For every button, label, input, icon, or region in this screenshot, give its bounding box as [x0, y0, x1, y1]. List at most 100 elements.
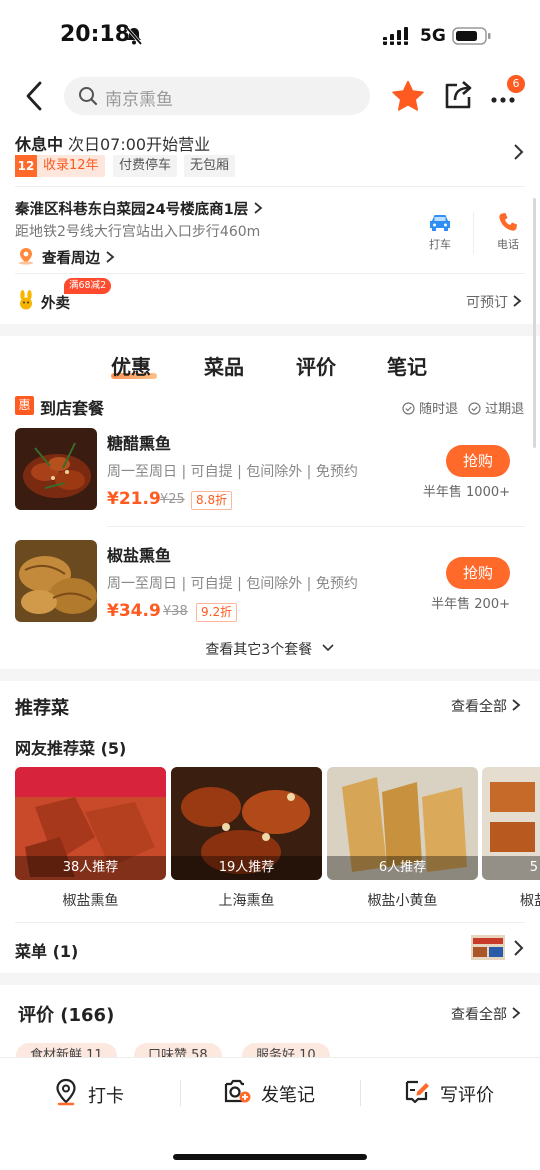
dish-recommend-count: 19人推荐: [171, 856, 322, 880]
divider: [15, 186, 525, 187]
deal-sold-count: 半年售 200+: [431, 597, 510, 612]
deal-image-salt-pepper-fish[interactable]: [15, 540, 97, 622]
buy-button[interactable]: 抢购: [446, 445, 510, 477]
menu-label[interactable]: 菜单 (1): [15, 938, 78, 962]
refund-expired: 过期退: [468, 398, 524, 417]
dish-recommend-count: 5: [482, 856, 540, 880]
post-note-label: 发笔记: [261, 1084, 315, 1106]
taxi-icon: [420, 212, 460, 236]
recommend-see-all[interactable]: 查看全部: [451, 696, 521, 716]
divider: [107, 526, 525, 527]
tab-discounts[interactable]: 优惠: [111, 351, 151, 380]
divider-vertical: [180, 1080, 181, 1106]
chevron-right-icon: [512, 699, 521, 711]
scrollbar[interactable]: [533, 198, 536, 448]
deal-name[interactable]: 糖醋熏鱼: [107, 430, 171, 454]
more-packages-link[interactable]: 查看其它3个套餐: [0, 639, 540, 659]
phone-button[interactable]: 电话: [488, 212, 528, 252]
notification-badge: 6: [507, 75, 525, 93]
menu-thumbnail[interactable]: [471, 935, 505, 960]
check-circle-icon: [468, 402, 481, 415]
menu-chevron-icon[interactable]: [512, 939, 524, 961]
taxi-label: 打车: [429, 238, 451, 251]
taxi-button[interactable]: 打车: [420, 212, 460, 252]
reservation-label: 可预订: [466, 295, 508, 311]
delivery-label[interactable]: 外卖: [41, 292, 70, 313]
dish-image[interactable]: 5: [482, 767, 540, 880]
write-review-button[interactable]: 写评价: [404, 1078, 494, 1109]
dish-image[interactable]: 6人推荐: [327, 767, 478, 880]
nearby-link[interactable]: 查看周边: [42, 247, 115, 268]
buy-button[interactable]: 抢购: [446, 557, 510, 589]
shop-address[interactable]: 秦淮区科巷东白菜园24号楼底商1层: [15, 198, 263, 219]
section-gap: [0, 973, 540, 985]
deal-image-sweet-sour-fish[interactable]: [15, 428, 97, 510]
dish-name: 椒盐: [520, 893, 540, 909]
checkin-button[interactable]: 打卡: [54, 1078, 124, 1111]
see-all-label: 查看全部: [451, 1007, 507, 1023]
parking-tag: 付费停车: [113, 155, 178, 177]
search-input[interactable]: 南京熏鱼: [64, 77, 370, 115]
deal-name[interactable]: 椒盐熏鱼: [107, 542, 171, 566]
search-icon: [78, 86, 98, 110]
reservation-link[interactable]: 可预订: [466, 292, 522, 312]
share-icon[interactable]: [443, 79, 473, 115]
dish-name: 椒盐小黄鱼: [367, 893, 438, 909]
deal-description: 周一至周日 | 可自提 | 包间除外 | 免预约: [107, 576, 358, 592]
deals-title: 到店套餐: [40, 399, 105, 418]
divider-vertical: [360, 1080, 361, 1106]
divider: [15, 273, 525, 274]
nearby-label: 查看周边: [42, 251, 100, 267]
address-chevron-icon: [254, 202, 263, 214]
home-indicator[interactable]: [173, 1154, 367, 1160]
dish-image[interactable]: 38人推荐: [15, 767, 166, 880]
deal-price: ¥34.9: [107, 601, 161, 621]
nearby-chevron-icon: [106, 251, 115, 263]
delivery-promo-badge: 满68减2: [64, 278, 112, 294]
section-gap: [0, 669, 540, 681]
deal-discount: 8.8折: [191, 491, 233, 510]
refund-expired-label: 过期退: [485, 402, 525, 417]
phone-icon: [488, 212, 528, 236]
tab-dishes[interactable]: 菜品: [204, 351, 244, 380]
reviews-title: 评价 (166): [18, 1005, 115, 1026]
refund-anytime-label: 随时退: [419, 402, 459, 417]
dish-name: 上海熏鱼: [218, 893, 275, 909]
recommend-subtitle: 网友推荐菜 (5): [15, 739, 127, 758]
post-note-button[interactable]: 发笔记: [223, 1078, 315, 1109]
chevron-down-icon: [322, 644, 334, 652]
no-private-room-tag: 无包厢: [184, 155, 236, 177]
reviews-see-all[interactable]: 查看全部: [451, 1004, 521, 1024]
recommend-title: 推荐菜: [15, 698, 69, 719]
search-placeholder: 南京熏鱼: [105, 90, 173, 110]
deal-description: 周一至周日 | 可自提 | 包间除外 | 免预约: [107, 464, 358, 480]
hours-chevron-icon[interactable]: [512, 143, 524, 166]
more-packages-label: 查看其它3个套餐: [205, 642, 313, 658]
camera-plus-icon: [223, 1078, 251, 1109]
deal-discount: 9.2折: [196, 603, 238, 622]
write-review-label: 写评价: [440, 1084, 494, 1106]
listing-years-number: 12: [15, 155, 37, 177]
tab-reviews[interactable]: 评价: [296, 351, 336, 380]
signal-icon: [383, 27, 411, 49]
dish-image[interactable]: 19人推荐: [171, 767, 322, 880]
status-time: 20:18: [60, 22, 131, 47]
location-pin-icon: [54, 1078, 78, 1111]
shop-status: 休息中: [15, 135, 64, 154]
divider-vertical: [473, 212, 474, 254]
see-all-label: 查看全部: [451, 699, 507, 715]
phone-label: 电话: [497, 238, 519, 251]
subway-distance: 距地铁2号线大行宫站出入口步行460m: [15, 224, 261, 240]
refund-anytime: 随时退: [402, 398, 458, 417]
bell-muted-icon: [124, 26, 144, 50]
tab-notes[interactable]: 笔记: [387, 351, 427, 380]
favorite-star-icon[interactable]: [391, 80, 425, 116]
nearby-location-icon: [17, 247, 35, 269]
divider: [15, 922, 525, 923]
chevron-right-icon: [512, 1007, 521, 1019]
battery-icon: [452, 27, 492, 49]
section-gap: [0, 324, 540, 336]
network-type: 5G: [420, 26, 446, 46]
deal-original-price: ¥38: [163, 604, 188, 619]
back-icon[interactable]: [22, 80, 48, 116]
